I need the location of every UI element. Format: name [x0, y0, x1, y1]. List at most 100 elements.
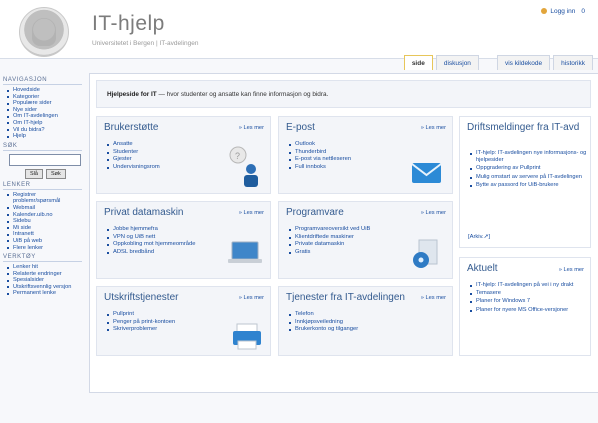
tool-permanent-lenke[interactable]: Permanent lenke [7, 290, 82, 297]
box-title[interactable]: Tjenester fra IT-avdelingen [286, 292, 405, 303]
login-link[interactable]: Logg inn [541, 8, 575, 15]
intro-title: Hjelpeside for IT [107, 91, 157, 98]
tab-vis-kildekode[interactable]: vis kildekode [496, 55, 551, 70]
link-kalender[interactable]: Kalender.uib.no [7, 212, 82, 219]
list-item[interactable]: Mulig omstart av servere på IT-avdelinge… [470, 174, 596, 181]
navigation-heading: NAVIGASJON [3, 77, 82, 85]
search-input[interactable] [9, 153, 81, 166]
nav-item-om-it-hjelp[interactable]: Om IT-hjelp [7, 120, 82, 127]
box-title[interactable]: Programvare [286, 207, 344, 218]
university-seal-logo[interactable] [19, 7, 69, 57]
read-more-link[interactable]: » Les mer [239, 210, 264, 216]
list-item[interactable]: Private datamaskin [288, 241, 370, 249]
login-area: Logg inn 0 [541, 8, 585, 15]
nav-item-hovedside[interactable]: Hovedside [7, 87, 82, 94]
nav-item-hjelp[interactable]: Hjelp [7, 133, 82, 140]
search-portlet: SØK Slå Søk [3, 143, 82, 179]
list-item[interactable]: Oppkobling mot hjemmeområde [106, 241, 195, 249]
list-item[interactable]: Ansatte [107, 141, 160, 149]
nav-item-populaere-sider[interactable]: Populære sider [7, 100, 82, 107]
list-item[interactable]: Full innboks [288, 164, 351, 172]
box-title[interactable]: Brukerstøtte [104, 122, 158, 133]
list-item[interactable]: Brukerkonto og tilganger [288, 326, 358, 334]
link-webmail[interactable]: Webmail [7, 205, 82, 212]
list-item[interactable]: Gratis [288, 249, 370, 257]
list-item[interactable]: IT-hjelp: IT-avdelingen nye informasjons… [470, 150, 596, 164]
tool-relaterte-endringer[interactable]: Relaterte endringer [7, 271, 82, 278]
ops-messages-box: Driftsmeldinger fra IT-avd IT-hjelp: IT-… [459, 116, 591, 248]
links-portlet: LENKER Registrer problemr/spørsmål Webma… [3, 182, 82, 251]
tab-diskusjon[interactable]: diskusjon [435, 55, 479, 70]
archive-link[interactable]: [Arkiv.➚] [468, 234, 490, 240]
read-more-link[interactable]: » Les mer [421, 210, 446, 216]
box-brukerstotte: Brukerstøtte » Les mer Ansatte Studenter… [96, 116, 271, 194]
read-more-link[interactable]: » Les mer [239, 295, 264, 301]
list-item[interactable]: ADSL bredbånd [106, 249, 195, 257]
link-uib-pa-web[interactable]: UiB på web [7, 238, 82, 245]
link-mi-side[interactable]: Mi side [7, 225, 82, 232]
list-item[interactable]: Planer for Windows 7 [470, 298, 596, 305]
list-item[interactable]: Outlook [288, 141, 351, 149]
list-item[interactable]: Telefon [288, 311, 358, 319]
tool-lenker-hit[interactable]: Lenker hit [7, 264, 82, 271]
list-item[interactable]: Jobbe hjemmefra [106, 226, 195, 234]
support-person-icon: ? [229, 146, 258, 187]
read-more-link[interactable]: » Les mer [421, 295, 446, 301]
list-item[interactable]: Innkjøpsveiledning [288, 319, 358, 327]
list-item[interactable]: Undervisningsrom [107, 164, 160, 172]
user-icon [541, 8, 548, 15]
list-item[interactable]: E-post via nettleseren [288, 156, 351, 164]
site-title[interactable]: IT-hjelp [92, 12, 165, 36]
nav-item-kategorier[interactable]: Kategorier [7, 94, 82, 101]
box-e-post: E-post » Les mer Outlook Thunderbird E-p… [278, 116, 453, 194]
list-item[interactable]: Klientdriftede maskiner [288, 234, 370, 242]
link-intranett[interactable]: Intranett [7, 231, 82, 238]
intro-text: — hvor studenter og ansatte kan finne in… [156, 91, 329, 98]
intro-banner: Hjelpeside for IT — hvor studenter og an… [96, 80, 591, 108]
read-more-link[interactable]: » Les mer [559, 267, 584, 273]
tab-historikk[interactable]: historikk [553, 55, 593, 70]
list-item[interactable]: Oppgradering av Pullprint [470, 165, 596, 172]
go-button[interactable]: Slå [25, 168, 43, 179]
box-utskriftstjenester: Utskriftstjenester » Les mer Pullprint P… [96, 286, 271, 356]
link-flere-lenker[interactable]: Flere lenker [7, 245, 82, 252]
tool-spesialsider[interactable]: Spesialsider [7, 277, 82, 284]
list-item[interactable]: Thunderbird [288, 149, 351, 157]
news-box: Aktuelt » Les mer IT-hjelp: IT-avdelinge… [459, 257, 591, 356]
list-item[interactable]: Penger på print-kontoen [106, 319, 175, 327]
box-title[interactable]: Utskriftstjenester [104, 292, 178, 303]
list-item[interactable]: Temasere [470, 290, 596, 297]
breadcrumb[interactable]: Universitetet i Bergen | IT-avdelingen [92, 40, 198, 47]
tool-utskriftsvennlig[interactable]: Utskriftsvennlig versjon [7, 284, 82, 291]
site-header: IT-hjelp Universitetet i Bergen | IT-avd… [0, 0, 598, 59]
box-title[interactable]: Privat datamaskin [104, 207, 183, 218]
read-more-link[interactable]: » Les mer [421, 125, 446, 131]
list-item[interactable]: Programvareoversikt ved UiB [288, 226, 370, 234]
nav-item-nye-sider[interactable]: Nye sider [7, 107, 82, 114]
nav-item-om-it-avdelingen[interactable]: Om IT-avdelingen [7, 113, 82, 120]
list-item[interactable]: Planer for nyere MS Office-versjoner [470, 307, 596, 314]
list-item[interactable]: Studenter [107, 149, 160, 157]
nav-item-vil-du-bidra[interactable]: Vil du bidra? [7, 127, 82, 134]
laptop-icon [228, 241, 262, 263]
read-more-link[interactable]: » Les mer [239, 125, 264, 131]
tab-side[interactable]: side [403, 55, 433, 70]
software-box-icon [413, 239, 438, 268]
ops-title[interactable]: Driftsmeldinger fra IT-avd [467, 122, 585, 133]
list-item[interactable]: IT-hjelp: IT-avdelingen på vei i ny drak… [470, 282, 596, 289]
news-title[interactable]: Aktuelt [467, 263, 498, 274]
link-registrer[interactable]: Registrer problemr/spørsmål [7, 192, 82, 205]
box-title[interactable]: E-post [286, 122, 315, 133]
list-item[interactable]: Pullprint [106, 311, 175, 319]
search-heading: SØK [3, 143, 82, 151]
envelope-icon [411, 163, 442, 183]
link-sidebu[interactable]: Sidebu [7, 218, 82, 225]
navigation-portlet: NAVIGASJON Hovedside Kategorier Populære… [3, 77, 82, 140]
list-item[interactable]: Gjester [107, 156, 160, 164]
list-item[interactable]: Bytte av passord for UiB-brukere [470, 182, 596, 189]
search-button[interactable]: Søk [45, 168, 66, 179]
tools-portlet: VERKTØY Lenker hit Relaterte endringer S… [3, 254, 82, 297]
list-item[interactable]: Skriverproblemer [106, 326, 175, 334]
search-buttons: Slå Søk [25, 168, 82, 179]
svg-text:?: ? [235, 151, 240, 161]
